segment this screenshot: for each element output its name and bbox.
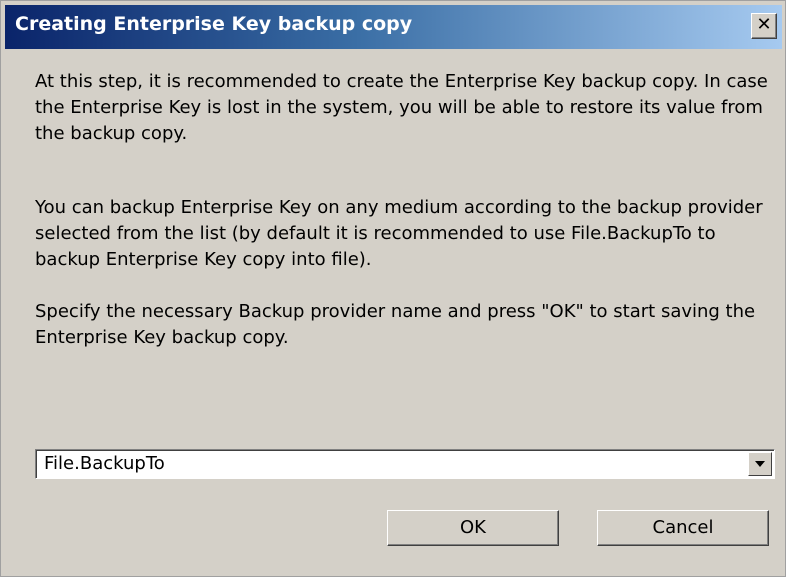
- backup-provider-select[interactable]: File.BackupTo: [35, 449, 775, 479]
- close-icon: ✕: [756, 14, 772, 35]
- ok-button[interactable]: OK: [387, 510, 559, 546]
- instruction-paragraph: Specify the necessary Backup provider na…: [35, 301, 756, 348]
- cancel-button[interactable]: Cancel: [597, 510, 769, 546]
- intro-paragraph: At this step, it is recommended to creat…: [35, 71, 768, 144]
- title-bar[interactable]: Creating Enterprise Key backup copy ✕: [5, 5, 782, 49]
- close-button[interactable]: ✕: [751, 13, 777, 39]
- dialog-window: Creating Enterprise Key backup copy ✕ At…: [0, 0, 786, 577]
- dialog-content: At this step, it is recommended to creat…: [1, 49, 785, 576]
- backup-provider-value: File.BackupTo: [44, 453, 165, 474]
- dropdown-arrow-icon[interactable]: [748, 452, 772, 476]
- window-title: Creating Enterprise Key backup copy: [15, 13, 413, 35]
- backup-info-paragraph: You can backup Enterprise Key on any med…: [35, 197, 763, 270]
